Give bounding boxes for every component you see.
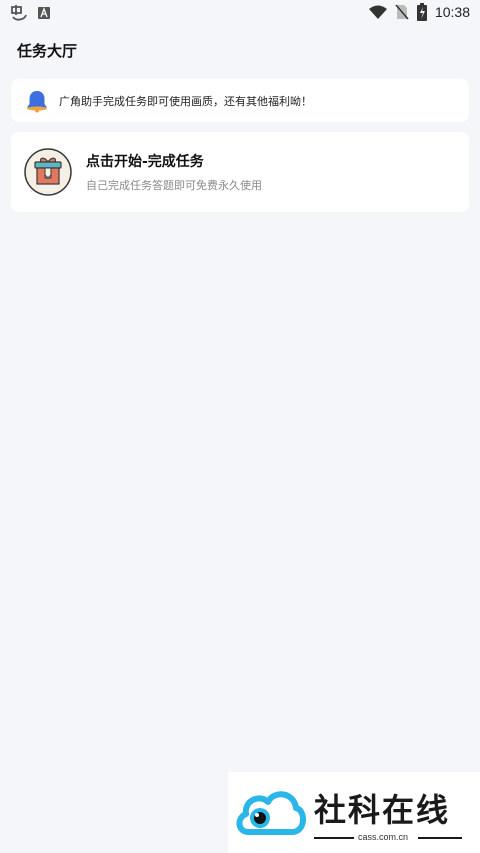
a-letter-icon <box>38 7 50 19</box>
watermark-domain: cass.com.cn <box>358 832 409 842</box>
gift-box-icon <box>24 148 72 196</box>
notice-text: 广角助手完成任务即可使用画质，还有其他福利呦！ <box>59 95 312 108</box>
watermark-title: 社科在线 <box>314 791 451 829</box>
status-right-icons: 10:38 <box>368 3 470 21</box>
task-start-card[interactable]: 点击开始-完成任务 自己完成任务答题即可免费永久使用 <box>11 132 469 212</box>
page-title: 任务大厅 <box>17 42 78 60</box>
status-bar: 10:38 <box>0 0 480 28</box>
app-logo-icon <box>11 5 27 21</box>
status-left-icons <box>10 4 50 22</box>
task-subtitle: 自己完成任务答题即可免费永久使用 <box>86 179 262 192</box>
battery-charging-icon <box>416 3 427 21</box>
bell-icon <box>27 91 47 113</box>
cloud-eye-logo-icon <box>236 791 306 835</box>
notice-banner: 广角助手完成任务即可使用画质，还有其他福利呦！ <box>11 79 469 122</box>
watermark: 社科在线 cass.com.cn <box>228 772 480 853</box>
watermark-divider-left <box>314 837 354 839</box>
watermark-divider-right <box>418 837 462 839</box>
status-time: 10:38 <box>434 4 470 20</box>
no-sim-icon <box>395 4 409 20</box>
task-title: 点击开始-完成任务 <box>86 154 204 170</box>
wifi-icon <box>368 5 387 19</box>
